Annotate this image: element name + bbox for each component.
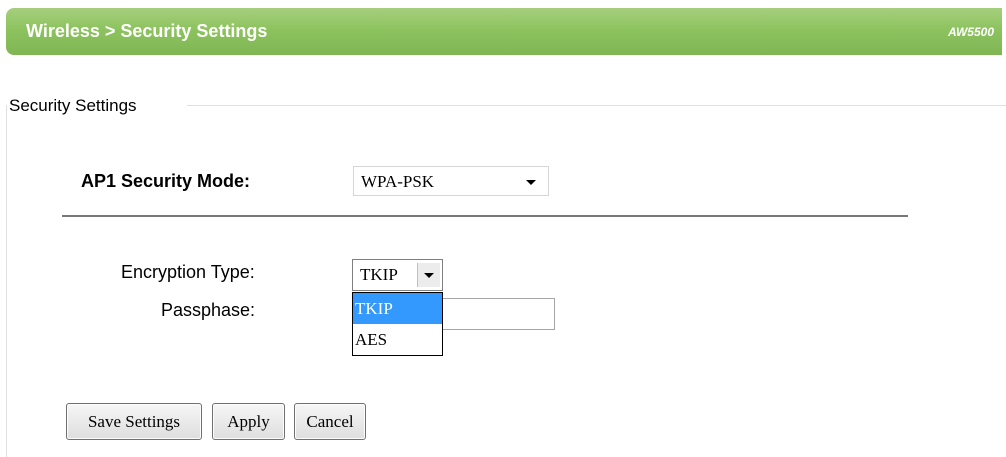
divider: [62, 215, 908, 217]
dropdown-option-aes[interactable]: AES: [353, 324, 442, 355]
security-mode-value: WPA-PSK: [361, 172, 435, 191]
encryption-dropdown-list: TKIP AES: [352, 292, 443, 356]
encryption-type-label: Encryption Type:: [121, 262, 255, 282]
dropdown-option-tkip[interactable]: TKIP: [353, 293, 442, 324]
cancel-button[interactable]: Cancel: [294, 403, 366, 440]
encryption-type-value: TKIP: [360, 265, 398, 284]
passphrase-label: Passphase:: [161, 300, 256, 320]
save-settings-button[interactable]: Save Settings: [66, 403, 202, 440]
security-mode-select[interactable]: WPA-PSK: [353, 166, 549, 196]
model-name: AW5500: [947, 25, 994, 39]
chevron-down-icon: [424, 273, 434, 278]
encryption-type-select[interactable]: TKIP: [352, 259, 443, 291]
fieldset-border-left: [6, 105, 7, 457]
header-bar: Wireless > Security Settings AW5500: [6, 8, 1002, 55]
security-mode-label: AP1 Security Mode:: [81, 171, 251, 191]
section-legend: Security Settings: [9, 96, 143, 116]
fieldset-border-top: [187, 105, 1006, 106]
passphrase-input[interactable]: [440, 298, 555, 330]
page-title: Wireless > Security Settings: [26, 21, 268, 41]
dropdown-button[interactable]: [417, 263, 440, 287]
chevron-down-icon: [526, 180, 536, 185]
apply-button[interactable]: Apply: [212, 403, 285, 440]
